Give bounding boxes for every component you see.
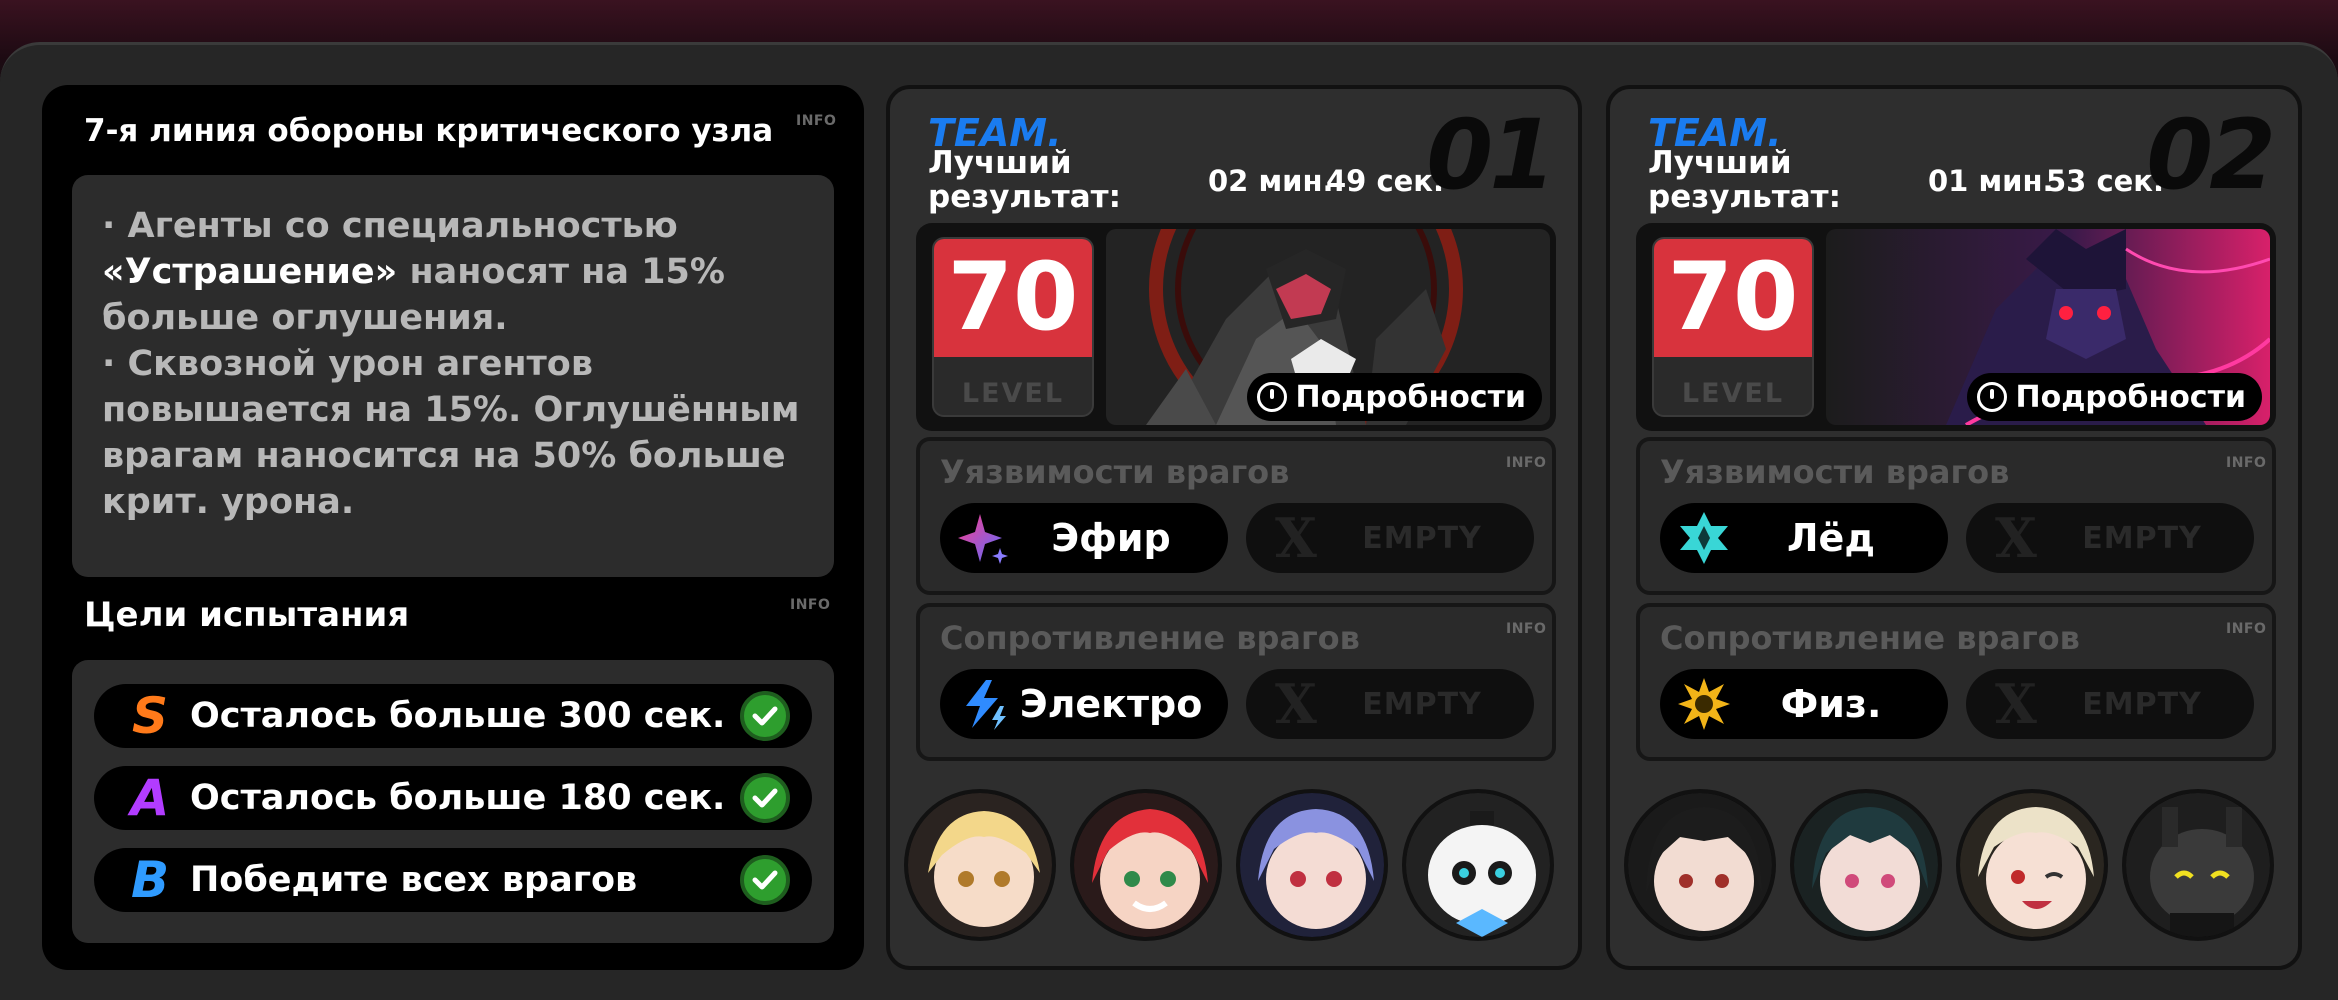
check-icon: [740, 855, 790, 905]
stage-info-button[interactable]: INFO: [796, 113, 836, 129]
goal-text: Осталось больше 300 сек.: [190, 696, 726, 736]
goal-row-a: A Осталось больше 180 сек.: [94, 766, 812, 830]
resistance-label: Физ.: [1780, 682, 1882, 726]
ice-icon: [1674, 508, 1734, 568]
resistance-empty-slot: X EMPTY: [1966, 669, 2254, 739]
rank-a-icon: A: [130, 769, 170, 827]
details-icon: [1257, 382, 1288, 412]
goals-list: S Осталось больше 300 сек. A Осталось бо…: [72, 660, 834, 943]
weakness-section: Уязвимости врагов INFO Лёд X EMPTY: [1636, 437, 2276, 595]
buff-text-3: · Сквозной урон агентов повышается на 15…: [102, 344, 800, 522]
weakness-element[interactable]: Эфир: [940, 503, 1228, 573]
ether-icon: [954, 508, 1014, 568]
details-icon: [1977, 382, 2008, 412]
agent-avatar[interactable]: [2122, 789, 2274, 941]
resistance-section: Сопротивление врагов INFO Электро X EMPT…: [916, 603, 1556, 761]
resistance-empty-slot: X EMPTY: [1246, 669, 1534, 739]
boss-card[interactable]: 70 LEVEL Подробности: [1636, 223, 2276, 431]
agent-avatar[interactable]: [1236, 789, 1388, 941]
rank-s-icon: S: [131, 687, 168, 745]
resistance-title: Сопротивление врагов: [940, 619, 1360, 657]
stage-title: 7-я линия обороны критического узла: [84, 113, 774, 149]
agent-avatar[interactable]: [1956, 789, 2108, 941]
team-number: 01: [1426, 99, 1556, 211]
details-label: Подробности: [1295, 379, 1526, 415]
resistance-element[interactable]: Электро: [940, 669, 1228, 739]
goal-row-s: S Осталось больше 300 сек.: [94, 684, 812, 748]
stage-info-panel: 7-я линия обороны критического узла INFO…: [42, 85, 864, 970]
goals-info-button[interactable]: INFO: [790, 597, 830, 613]
empty-x-icon: X: [1995, 506, 2037, 570]
goal-text: Осталось больше 180 сек.: [190, 778, 726, 818]
weakness-empty-slot: X EMPTY: [1246, 503, 1534, 573]
level-value: 70: [934, 239, 1092, 357]
check-icon: [740, 691, 790, 741]
weakness-empty-slot: X EMPTY: [1966, 503, 2254, 573]
best-result-label: Лучший результат:: [1648, 145, 1841, 215]
details-button[interactable]: Подробности: [1967, 373, 2262, 421]
level-badge: 70 LEVEL: [1652, 237, 1814, 417]
weakness-label: Эфир: [1051, 516, 1171, 560]
empty-x-icon: X: [1275, 506, 1317, 570]
weakness-title: Уязвимости врагов: [1660, 453, 2010, 491]
empty-label: EMPTY: [1362, 686, 1482, 722]
physical-icon: [1674, 674, 1734, 734]
goal-text: Победите всех врагов: [190, 860, 638, 900]
team-panel-2: TEAM. Лучший результат: 01 мин. 53 сек. …: [1606, 85, 2302, 970]
stage-buff-description: · Агенты со специальностью «Устрашение» …: [72, 175, 834, 577]
level-value: 70: [1654, 239, 1812, 357]
empty-label: EMPTY: [1362, 520, 1482, 556]
best-time-minutes: 02 мин.: [1208, 164, 1334, 198]
resistance-section: Сопротивление врагов INFO Физ. X EMPTY: [1636, 603, 2276, 761]
resistance-info-button[interactable]: INFO: [1506, 621, 1546, 637]
best-result-label: Лучший результат:: [928, 145, 1121, 215]
agent-avatar[interactable]: [1790, 789, 1942, 941]
weakness-info-button[interactable]: INFO: [1506, 455, 1546, 471]
empty-x-icon: X: [1995, 672, 2037, 736]
weakness-title: Уязвимости врагов: [940, 453, 1290, 491]
weakness-element[interactable]: Лёд: [1660, 503, 1948, 573]
details-button[interactable]: Подробности: [1247, 373, 1542, 421]
electric-icon: [954, 674, 1014, 734]
agent-avatar[interactable]: [1624, 789, 1776, 941]
goals-title: Цели испытания: [84, 595, 410, 635]
resistance-title: Сопротивление врагов: [1660, 619, 2080, 657]
buff-highlight: «Устрашение»: [102, 252, 398, 292]
level-badge: 70 LEVEL: [932, 237, 1094, 417]
empty-label: EMPTY: [2082, 520, 2202, 556]
best-time-minutes: 01 мин.: [1928, 164, 2054, 198]
empty-label: EMPTY: [2082, 686, 2202, 722]
team-agents: [1624, 789, 2288, 949]
agent-avatar[interactable]: [1402, 789, 1554, 941]
resistance-element[interactable]: Физ.: [1660, 669, 1948, 739]
weakness-info-button[interactable]: INFO: [2226, 455, 2266, 471]
weakness-section: Уязвимости врагов INFO Эфир X EMPTY: [916, 437, 1556, 595]
team-panel-1: TEAM. Лучший результат: 02 мин. 49 сек. …: [886, 85, 1582, 970]
level-label: LEVEL: [961, 378, 1065, 409]
rank-b-icon: B: [130, 851, 170, 909]
level-label: LEVEL: [1681, 378, 1785, 409]
boss-card[interactable]: 70 LEVEL Подробности: [916, 223, 1556, 431]
team-number: 02: [2146, 99, 2276, 211]
goal-row-b: B Победите всех врагов: [94, 848, 812, 912]
check-icon: [740, 773, 790, 823]
agent-avatar[interactable]: [1070, 789, 1222, 941]
resistance-info-button[interactable]: INFO: [2226, 621, 2266, 637]
resistance-label: Электро: [1019, 682, 1203, 726]
weakness-label: Лёд: [1786, 516, 1876, 560]
details-label: Подробности: [2015, 379, 2246, 415]
empty-x-icon: X: [1275, 672, 1317, 736]
agent-avatar[interactable]: [904, 789, 1056, 941]
team-agents: [904, 789, 1568, 949]
buff-text-1: · Агенты со специальностью: [102, 206, 678, 246]
